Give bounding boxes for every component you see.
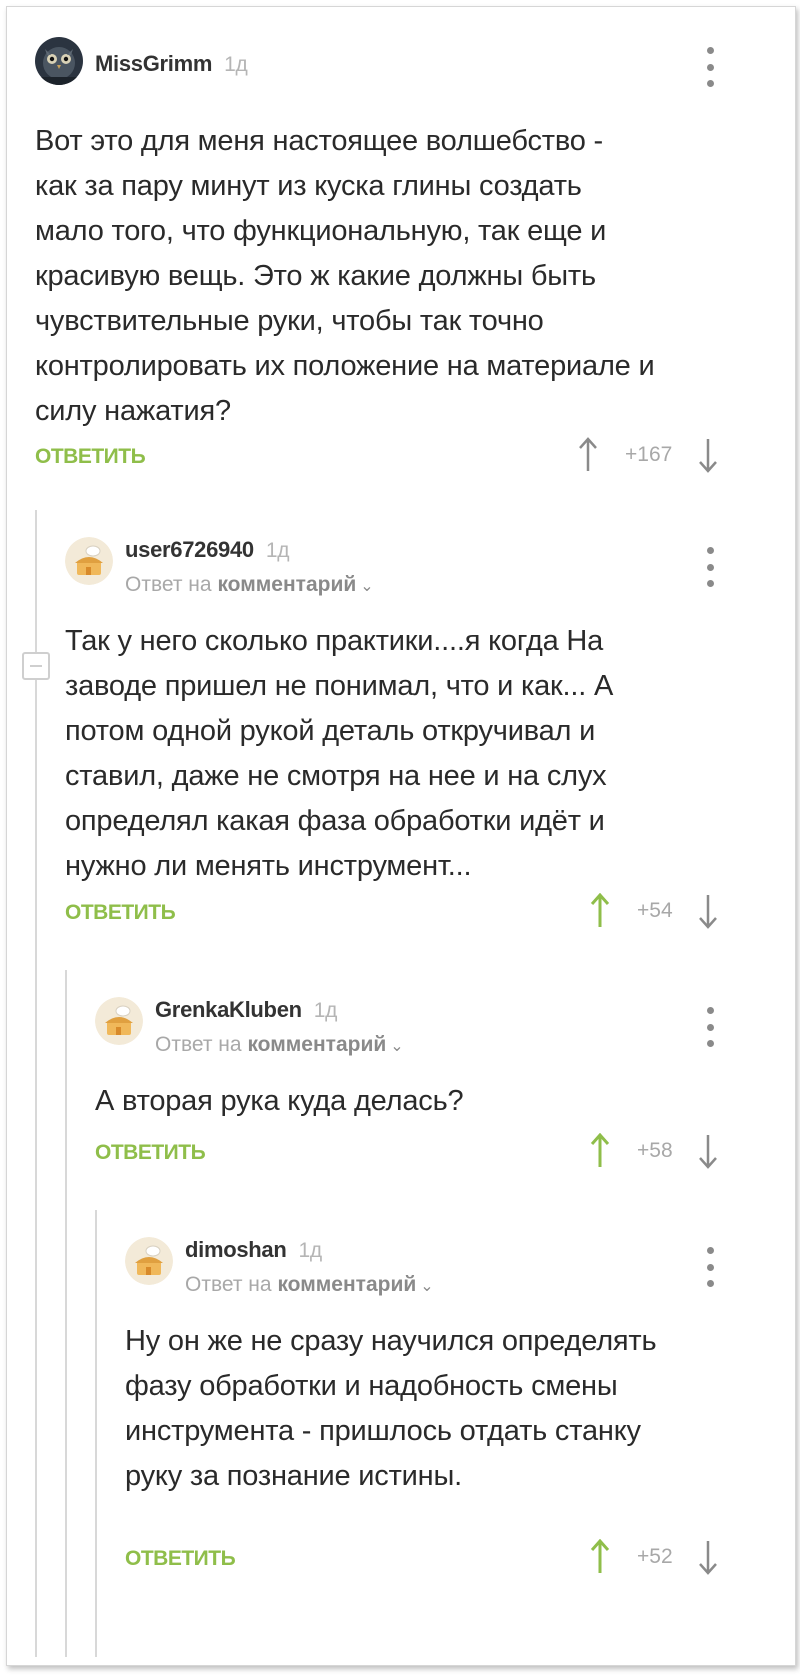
comment: MissGrimm 1д Вот это для меня настоящее в… xyxy=(7,7,795,497)
reply-to-link[interactable]: Ответ на комментарий ⌄ xyxy=(185,1273,434,1297)
reply-to-target[interactable]: комментарий xyxy=(247,1033,386,1056)
downvote-arrow-icon[interactable] xyxy=(697,893,719,929)
comment: GrenkaKluben 1д Ответ на комментарий ⌄ А в… xyxy=(7,967,795,1197)
reply-button[interactable]: ОТВЕТИТЬ xyxy=(125,1547,236,1571)
vote-controls: +54 xyxy=(589,893,739,933)
comment-text: А вторая рука куда делась? xyxy=(95,1085,464,1117)
comment-thread: MissGrimm 1д Вот это для меня настоящее в… xyxy=(6,6,796,1666)
default-avatar-icon[interactable] xyxy=(95,997,143,1045)
downvote-arrow-icon[interactable] xyxy=(697,437,719,473)
owl-avatar-icon[interactable] xyxy=(35,37,83,85)
comment-text: Вот это для меня настоящее волшебство - … xyxy=(35,125,655,427)
reply-to-link[interactable]: Ответ на комментарий ⌄ xyxy=(155,1033,404,1057)
vote-controls: +52 xyxy=(589,1539,739,1579)
more-options-icon[interactable] xyxy=(704,47,716,87)
default-avatar-icon[interactable] xyxy=(125,1237,173,1285)
comment-time: 1д xyxy=(224,53,248,76)
reply-button[interactable]: ОТВЕТИТЬ xyxy=(65,901,176,925)
upvote-arrow-icon[interactable] xyxy=(589,1539,611,1575)
comment-author[interactable]: dimoshan 1д xyxy=(185,1237,322,1263)
reply-to-prefix: Ответ на xyxy=(125,573,212,596)
comment-score: +167 xyxy=(625,443,673,466)
reply-to-link[interactable]: Ответ на комментарий ⌄ xyxy=(125,573,374,597)
author-name[interactable]: GrenkaKluben xyxy=(155,997,302,1022)
chevron-down-icon[interactable]: ⌄ xyxy=(420,1278,433,1295)
comment-author[interactable]: GrenkaKluben 1д xyxy=(155,997,337,1023)
comment-author[interactable]: user6726940 1д xyxy=(125,537,289,563)
more-options-icon[interactable] xyxy=(704,547,716,587)
upvote-arrow-icon[interactable] xyxy=(589,1133,611,1169)
downvote-arrow-icon[interactable] xyxy=(697,1133,719,1169)
reply-to-prefix: Ответ на xyxy=(185,1273,272,1296)
comment-text: Так у него сколько практики....я когда Н… xyxy=(65,625,614,882)
default-avatar-icon[interactable] xyxy=(65,537,113,585)
reply-to-target[interactable]: комментарий xyxy=(217,573,356,596)
downvote-arrow-icon[interactable] xyxy=(697,1539,719,1575)
more-options-icon[interactable] xyxy=(704,1247,716,1287)
comment-time: 1д xyxy=(298,1239,323,1262)
comment-score: +52 xyxy=(637,1545,673,1568)
author-name[interactable]: user6726940 xyxy=(125,537,254,562)
upvote-arrow-icon[interactable] xyxy=(577,437,599,473)
comment-time: 1д xyxy=(313,999,338,1022)
chevron-down-icon[interactable]: ⌄ xyxy=(360,578,373,595)
reply-to-prefix: Ответ на xyxy=(155,1033,242,1056)
author-name[interactable]: MissGrimm xyxy=(95,51,212,76)
comment: dimoshan 1д Ответ на комментарий ⌄ Ну он ж… xyxy=(7,1207,795,1667)
vote-controls: +167 xyxy=(577,437,737,477)
comment: user6726940 1д Ответ на комментарий ⌄ Так … xyxy=(7,507,795,957)
chevron-down-icon[interactable]: ⌄ xyxy=(390,1038,403,1055)
more-options-icon[interactable] xyxy=(704,1007,716,1047)
comment-time: 1д xyxy=(265,539,290,562)
comment-score: +54 xyxy=(637,899,673,922)
reply-to-target[interactable]: комментарий xyxy=(277,1273,416,1296)
reply-button[interactable]: ОТВЕТИТЬ xyxy=(35,445,146,469)
vote-controls: +58 xyxy=(589,1133,739,1173)
reply-button[interactable]: ОТВЕТИТЬ xyxy=(95,1141,206,1165)
comment-score: +58 xyxy=(637,1139,673,1162)
author-name[interactable]: dimoshan xyxy=(185,1237,287,1262)
comment-text: Ну он же не сразу научился определять фа… xyxy=(125,1325,657,1492)
comment-author[interactable]: MissGrimm 1д xyxy=(95,51,248,77)
upvote-arrow-icon[interactable] xyxy=(589,893,611,929)
